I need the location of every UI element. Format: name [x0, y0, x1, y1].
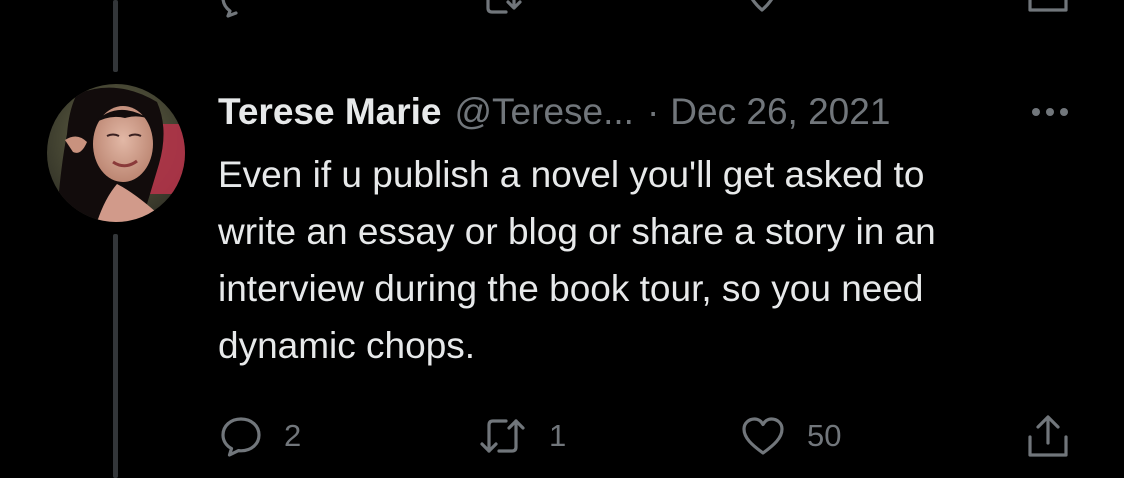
previous-retweet-icon[interactable]	[478, 0, 526, 18]
tweet-text-line: Even if u publish a novel you'll get ask…	[218, 154, 925, 195]
tweet-text-line: dynamic chops.	[218, 325, 476, 366]
heart-icon	[742, 417, 784, 455]
tweet-date[interactable]: Dec 26, 2021	[670, 91, 890, 133]
retweet-count: 1	[549, 418, 567, 453]
like-count: 50	[807, 418, 842, 453]
retweet-icon	[480, 419, 525, 453]
display-name[interactable]: Terese Marie	[218, 91, 442, 133]
reply-button[interactable]: 2	[219, 412, 301, 460]
previous-like-icon[interactable]	[740, 0, 784, 18]
thread-line-bottom	[113, 234, 118, 478]
tweet-header: Terese Marie @Terese... · Dec 26, 2021	[218, 88, 890, 136]
retweet-button[interactable]: 1	[478, 412, 566, 460]
previous-share-icon[interactable]	[1024, 0, 1072, 18]
share-upload-icon	[1028, 415, 1068, 457]
previous-tweet-actions	[0, 0, 1124, 18]
like-button[interactable]: 50	[740, 412, 841, 460]
more-options-button[interactable]	[1026, 98, 1074, 126]
tweet-text: Even if u publish a novel you'll get ask…	[218, 146, 1078, 374]
share-button[interactable]	[1024, 412, 1072, 460]
more-dots-icon	[1032, 108, 1068, 116]
previous-reply-icon[interactable]	[219, 0, 263, 18]
user-handle[interactable]: @Terese...	[455, 91, 634, 133]
avatar[interactable]	[47, 84, 185, 222]
avatar-photo	[47, 84, 185, 222]
header-separator: ·	[646, 91, 660, 132]
reply-count: 2	[284, 418, 302, 453]
tweet-text-line: interview during the book tour, so you n…	[218, 268, 924, 309]
tweet-text-line: write an essay or blog or share a story …	[218, 211, 936, 252]
reply-bubble-icon	[221, 417, 261, 457]
